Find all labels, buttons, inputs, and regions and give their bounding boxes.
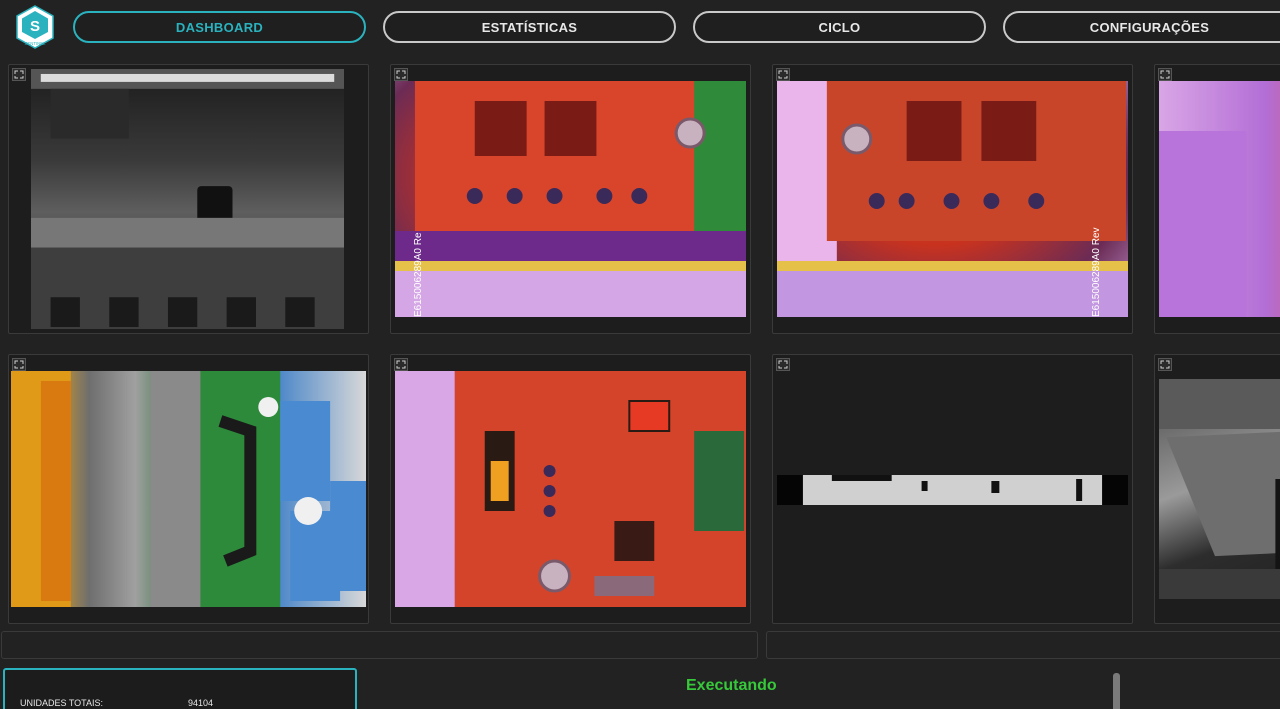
expand-icon[interactable] <box>394 68 408 81</box>
scrollbar-thumb[interactable] <box>1113 673 1120 709</box>
camera-feed-capacitors <box>11 371 366 607</box>
camera-feed-pcb: E615006289A0 Rev <box>777 81 1128 317</box>
total-units-label: UNIDADES TOTAIS: <box>20 698 104 708</box>
expand-icon[interactable] <box>12 358 26 371</box>
camera-tile-3[interactable]: E615006289A0 Rev <box>772 64 1133 334</box>
camera-feed-grayscale <box>1159 379 1280 599</box>
total-units-value: 94104 <box>188 698 214 708</box>
tab-configuracoes[interactable]: CONFIGURAÇÕES <box>1003 11 1280 43</box>
run-status-text: Executando <box>686 677 777 694</box>
app-window: S SENTINEL DASHBOARD ESTATÍSTICAS CICLO … <box>0 0 1280 709</box>
camera-tile-8[interactable] <box>1154 354 1280 624</box>
expand-icon[interactable] <box>1158 68 1172 81</box>
expand-icon[interactable] <box>776 358 790 371</box>
camera-feed-controller <box>395 371 746 607</box>
expand-icon[interactable] <box>776 68 790 81</box>
board-label: E615006289A0 Rev <box>1091 227 1102 317</box>
tab-ciclo[interactable]: CICLO <box>693 11 986 43</box>
camera-tile-4[interactable] <box>1154 64 1280 334</box>
camera-tile-6[interactable] <box>390 354 751 624</box>
expand-icon[interactable] <box>1158 358 1172 371</box>
logo-text: SENTINEL <box>24 41 46 46</box>
camera-tile-5[interactable] <box>8 354 369 624</box>
camera-tile-7[interactable] <box>772 354 1133 624</box>
camera-feed-pcb <box>1159 81 1280 317</box>
camera-feed-line-scan <box>777 475 1128 505</box>
expand-icon[interactable] <box>12 68 26 81</box>
expand-icon[interactable] <box>394 358 408 371</box>
board-label: E615006289A0 Re <box>413 232 424 317</box>
status-bar-left <box>1 631 758 659</box>
tab-estatisticas[interactable]: ESTATÍSTICAS <box>383 11 676 43</box>
camera-tile-2[interactable]: E615006289A0 Re <box>390 64 751 334</box>
tab-dashboard[interactable]: DASHBOARD <box>73 11 366 43</box>
production-counter-panel: UNIDADES TOTAIS: 94104 <box>3 668 357 709</box>
camera-tile-1[interactable] <box>8 64 369 334</box>
camera-feed-pcb: E615006289A0 Re <box>395 81 746 317</box>
svg-text:S: S <box>30 18 40 35</box>
status-bar-right <box>766 631 1280 659</box>
sentinel-logo: S SENTINEL <box>16 5 54 49</box>
camera-feed-mechanical <box>31 69 344 329</box>
